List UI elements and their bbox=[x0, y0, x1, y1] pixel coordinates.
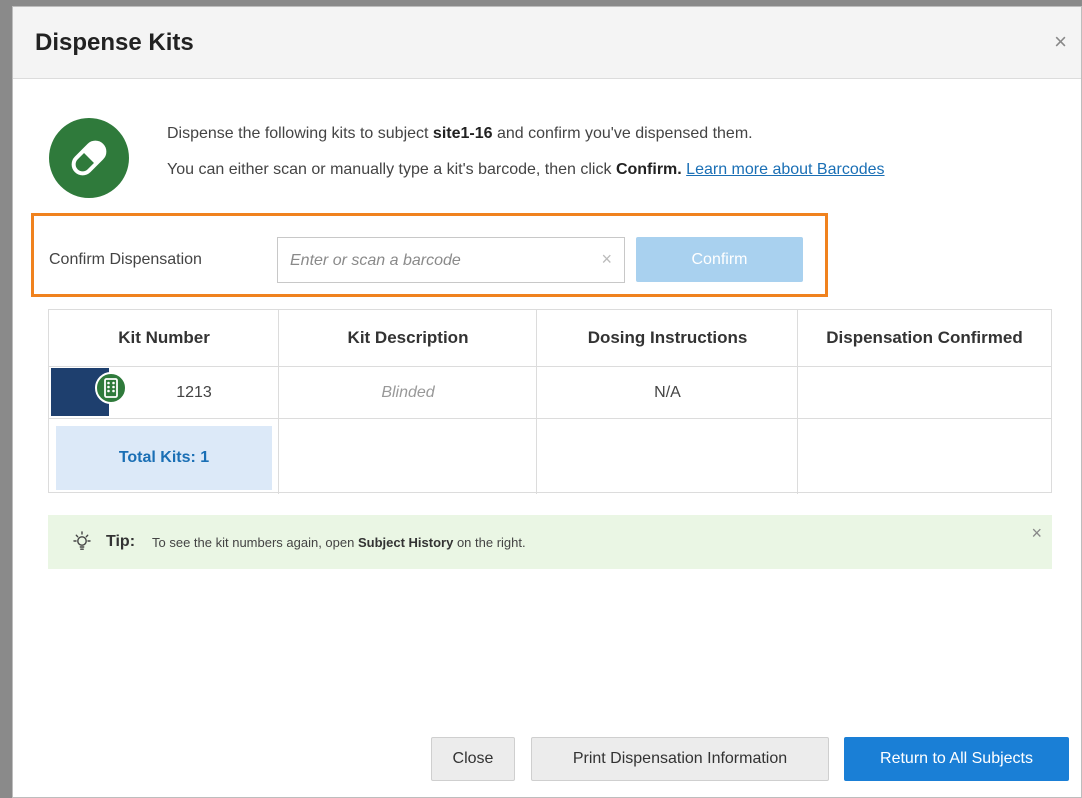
barcode-input[interactable]: Enter or scan a barcode × bbox=[277, 237, 625, 283]
tip-text: To see the kit numbers again, open Subje… bbox=[152, 535, 526, 550]
dispense-kits-dialog: Dispense Kits × Dispense the following k… bbox=[12, 6, 1082, 798]
learn-more-barcodes-link[interactable]: Learn more about Barcodes bbox=[686, 161, 884, 178]
clear-input-icon[interactable]: × bbox=[601, 249, 612, 270]
close-icon[interactable]: × bbox=[1054, 31, 1067, 53]
kit-table: Kit Number Kit Description Dosing Instru… bbox=[48, 309, 1052, 494]
header-dispensation-confirmed: Dispensation Confirmed bbox=[826, 328, 1023, 347]
close-button[interactable]: Close bbox=[431, 737, 515, 781]
header-kit-description: Kit Description bbox=[347, 328, 469, 347]
dialog-title: Dispense Kits bbox=[35, 29, 194, 56]
tip-text-post: on the right. bbox=[453, 535, 526, 550]
intro-instructions: You can either scan or manually type a k… bbox=[167, 161, 616, 178]
row-divider bbox=[49, 366, 1051, 367]
close-tip-icon[interactable]: × bbox=[1031, 523, 1042, 544]
pill-icon bbox=[49, 118, 129, 198]
kit-description-cell: Blinded bbox=[381, 384, 435, 401]
kit-box-icon bbox=[95, 372, 127, 404]
confirm-keyword: Confirm. bbox=[615, 161, 682, 178]
confirm-dispensation-label: Confirm Dispensation bbox=[49, 251, 202, 268]
kit-number-cell: 1213 bbox=[176, 384, 212, 401]
subject-history-text: Subject History bbox=[357, 535, 454, 550]
tip-banner: Tip: To see the kit numbers again, open … bbox=[48, 515, 1052, 569]
intro-text-pre: Dispense the following kits to subject bbox=[167, 125, 433, 142]
intro-text-line1: Dispense the following kits to subject s… bbox=[167, 125, 753, 143]
intro-text-post: and confirm you've dispensed them. bbox=[492, 125, 753, 142]
return-to-subjects-button[interactable]: Return to All Subjects bbox=[844, 737, 1069, 781]
row-divider bbox=[49, 418, 1051, 419]
lightbulb-icon bbox=[73, 531, 91, 550]
dosing-instructions-cell: N/A bbox=[654, 384, 681, 401]
dialog-header: Dispense Kits × bbox=[13, 7, 1081, 79]
dispensation-confirmed-cell bbox=[798, 368, 1051, 418]
tip-label: Tip: bbox=[106, 533, 136, 550]
header-kit-number: Kit Number bbox=[118, 328, 210, 347]
subject-id: site1-16 bbox=[432, 125, 493, 142]
barcode-placeholder: Enter or scan a barcode bbox=[290, 252, 461, 269]
header-dosing-instructions: Dosing Instructions bbox=[587, 328, 748, 347]
tip-text-pre: To see the kit numbers again, open bbox=[152, 535, 358, 550]
confirm-button[interactable]: Confirm bbox=[636, 237, 803, 282]
total-kits: Total Kits: 1 bbox=[56, 426, 272, 490]
print-dispensation-button[interactable]: Print Dispensation Information bbox=[531, 737, 829, 781]
intro-text-line2: You can either scan or manually type a k… bbox=[167, 161, 885, 179]
